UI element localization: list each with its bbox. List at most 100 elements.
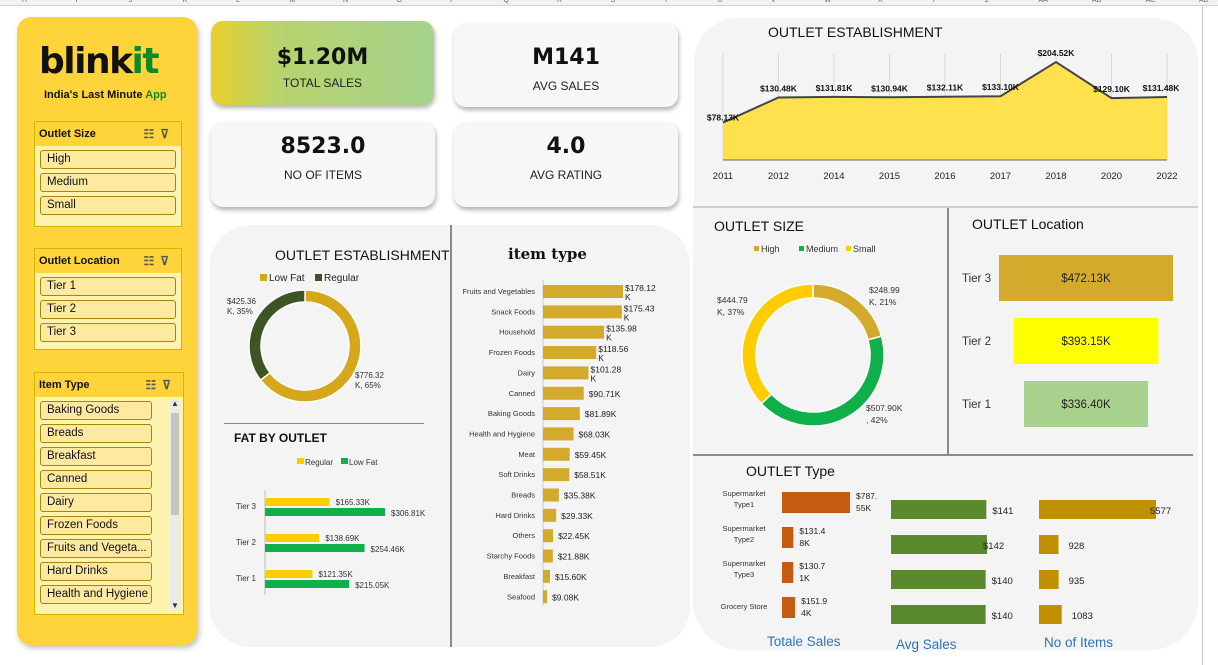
y-tick-label: Tier 1 [962,399,991,411]
data-label: $68.03K [579,429,611,439]
bar [891,605,986,624]
legend-label: Regular [324,273,360,284]
y-tick-label: Baking Goods [488,409,535,418]
slicer-item-hard-drinks[interactable]: Hard Drinks [40,562,152,581]
excel-column-label: AD [1199,0,1209,4]
bar [782,562,794,583]
data-label: $101.28 K [590,364,621,383]
slicer-item-health-hygiene[interactable]: Health and Hygiene [40,585,152,604]
data-label: 5577 [1150,506,1171,517]
excel-column-label: Y [931,0,937,4]
slicer-item-baking-goods[interactable]: Baking Goods [40,401,152,420]
bar [891,535,987,554]
x-tick-label: 2020 [1101,171,1122,182]
slicer-item-tier-2[interactable]: Tier 2 [40,300,176,319]
data-label: $22.45K [558,531,590,541]
kpi-value: 4.0 [546,134,586,159]
bar [543,285,623,298]
y-tick-label: Tier 1 [236,574,257,583]
slicer-header: Outlet Size ☷⊽ [35,122,181,146]
slicer-item-high[interactable]: High [40,150,176,169]
sidebar: blinkit India's Last Minute App Outlet S… [17,17,197,645]
data-label: $35.38K [564,491,596,501]
kpi-value: 8523.0 [280,134,366,159]
slicer-header: Item Type ☷⊽ [35,373,183,397]
kpi-label: AVG SALES [532,79,600,93]
data-label: $130.48K [760,83,798,93]
bar [543,549,553,563]
scroll-thumb[interactable] [171,413,179,515]
slicer-item-fruits-veg[interactable]: Fruits and Vegeta... [40,539,152,558]
data-label: $58.51K [574,470,606,480]
data-label: $78.13K [707,113,740,123]
legend-swatch [846,246,851,251]
slicer-item-small[interactable]: Small [40,196,176,215]
data-label: $425.36 K, 35% [227,297,256,316]
series-label: Totale Sales [767,634,841,649]
y-tick-label: Meat [518,450,536,459]
blinkit-logo: blinkit [39,41,160,82]
excel-column-label: I [75,0,78,4]
excel-column-label: H [22,0,28,4]
data-label: 928 [1068,541,1084,552]
bar [891,570,986,589]
slicer-item-frozen-foods[interactable]: Frozen Foods [40,516,152,535]
outlet-location-chart: Tier 3 $472.13K Tier 2 $393.15K Tier 1 $336.4… [962,255,1173,427]
slicer-item-dairy[interactable]: Dairy [40,493,152,512]
excel-column-label: AA [1038,0,1048,4]
bar [543,366,589,380]
slicer-scrollbar[interactable]: ▲ ▼ [170,399,180,610]
bar [782,527,794,548]
chevron-down-icon[interactable]: ▼ [170,601,180,610]
outlet-establishment-title: OUTLET ESTABLISHMENT [768,24,943,40]
data-label: $129.10K [1093,84,1131,94]
y-tick-label: Breakfast [503,572,536,581]
excel-column-label: N [343,0,349,4]
y-tick-label: Others [512,531,535,540]
kpi-no-of-items: 8523.0 NO OF ITEMS [211,122,435,207]
slicer-item-tier-1[interactable]: Tier 1 [40,277,176,296]
bar [543,305,622,319]
outlet-size-title: OUTLET SIZE [714,218,804,234]
multi-select-icon[interactable]: ☷ [143,254,160,268]
excel-column-label: V [771,0,776,4]
bar [265,580,350,588]
divider [693,454,1193,456]
data-label: $472.13K [1061,273,1111,285]
bar [1039,500,1156,519]
clear-filter-icon[interactable]: ⊽ [160,127,175,141]
y-tick-label: Supermarket Type3 [723,559,767,579]
excel-column-label: K [182,0,188,4]
slicer-outlet-size: Outlet Size ☷⊽ High Medium Small [34,121,182,227]
clear-filter-icon[interactable]: ⊽ [160,254,175,268]
bar [543,508,557,522]
data-label: $118.56 K [598,344,628,363]
donut-slice [248,289,306,382]
legend-swatch [341,458,348,464]
data-label: $254.46K [371,545,406,554]
data-label: $140 [992,576,1013,587]
clear-filter-icon[interactable]: ⊽ [162,378,177,392]
bar [891,500,987,519]
slicer-item-tier-3[interactable]: Tier 3 [40,323,176,342]
multi-select-icon[interactable]: ☷ [145,378,162,392]
bar [543,407,580,421]
y-tick-label: Tier 3 [236,502,257,511]
y-tick-label: Household [499,328,535,337]
data-label: $138.69K [325,534,360,543]
multi-select-icon[interactable]: ☷ [143,127,160,141]
data-label: $336.40K [1061,399,1111,411]
slicer-item-medium[interactable]: Medium [40,173,176,192]
chevron-up-icon[interactable]: ▲ [170,399,180,408]
y-tick-label: Fruits and Vegetables [462,287,535,296]
legend-swatch [315,274,322,281]
slicer-item-canned[interactable]: Canned [40,470,152,489]
slicer-item-breakfast[interactable]: Breakfast [40,447,152,466]
slicer-item-breads[interactable]: Breads [40,424,152,443]
legend-swatch [260,274,267,281]
outlet-size-chart: High Medium Small $248.99 K, 21% $507.90K, 42… [717,244,903,427]
excel-column-header: H I J K L M N O P Q R S T U V W X Y Z AA AB AC AD [0,0,1218,6]
bar [782,597,796,618]
excel-column-label: Z [985,0,990,4]
data-label: $29.33K [561,511,593,521]
